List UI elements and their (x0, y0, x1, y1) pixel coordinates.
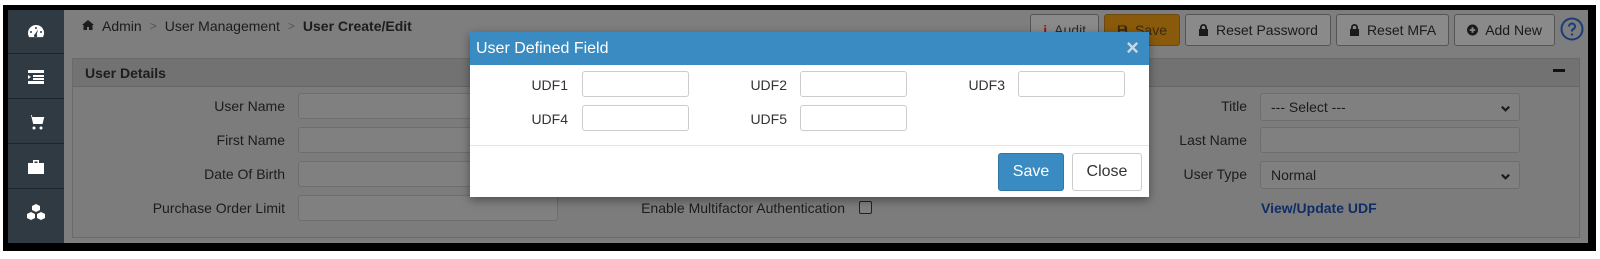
udf5-label: UDF5 (750, 111, 787, 127)
enable-mfa-checkbox[interactable] (859, 201, 872, 214)
breadcrumb-item-user-management[interactable]: User Management (165, 18, 280, 34)
user-type-select[interactable]: Normal (1260, 161, 1520, 189)
purchase-order-limit-input[interactable] (298, 195, 558, 221)
cart-icon (28, 114, 45, 129)
lock-icon (1349, 24, 1359, 36)
user-type-select-value: Normal (1271, 167, 1317, 183)
date-of-birth-input[interactable] (298, 161, 473, 187)
udf2-input[interactable] (800, 71, 907, 97)
panel-title: User Details (85, 65, 166, 81)
help-icon[interactable] (1560, 17, 1584, 44)
udf2-label: UDF2 (750, 77, 787, 93)
user-name-input[interactable] (298, 93, 473, 119)
breadcrumb-separator: > (287, 19, 295, 33)
chevron-down-icon (1500, 169, 1511, 185)
add-new-button[interactable]: Add New (1454, 14, 1555, 46)
date-of-birth-label: Date Of Birth (204, 166, 285, 182)
cubes-icon (27, 204, 45, 220)
reset-mfa-button[interactable]: Reset MFA (1335, 14, 1450, 46)
sidebar-item-list[interactable] (8, 55, 64, 99)
modal-footer: Save Close (470, 145, 1149, 197)
modal-body: UDF1 UDF2 UDF3 UDF4 UDF5 (470, 65, 1149, 145)
udf3-input[interactable] (1018, 71, 1125, 97)
dashboard-icon (28, 24, 45, 37)
title-select-value: --- Select --- (1271, 99, 1346, 115)
title-label: Title (1221, 98, 1247, 114)
reset-password-button[interactable]: Reset Password (1185, 14, 1331, 46)
collapse-icon[interactable] (1553, 69, 1565, 72)
modal-header: User Defined Field × (470, 32, 1149, 65)
udf4-label: UDF4 (531, 111, 568, 127)
last-name-label: Last Name (1179, 132, 1247, 148)
udf3-label: UDF3 (968, 77, 1005, 93)
last-name-input[interactable] (1260, 127, 1520, 153)
modal-title: User Defined Field (476, 40, 609, 57)
first-name-label: First Name (216, 132, 285, 148)
chevron-down-icon (1500, 101, 1511, 117)
reset-mfa-label: Reset MFA (1366, 22, 1437, 38)
title-select[interactable]: --- Select --- (1260, 93, 1520, 121)
user-name-label: User Name (214, 98, 285, 114)
list-icon (28, 69, 44, 84)
user-type-label: User Type (1183, 166, 1247, 182)
sidebar-item-cart[interactable] (8, 100, 64, 144)
udf1-input[interactable] (582, 71, 689, 97)
lock-icon (1199, 24, 1208, 36)
breadcrumb-item-admin[interactable]: Admin (102, 18, 142, 34)
reset-password-label: Reset Password (1216, 22, 1318, 38)
briefcase-icon (28, 159, 44, 174)
udf-modal: User Defined Field × UDF1 UDF2 UDF3 UDF4… (470, 32, 1149, 197)
modal-save-button[interactable]: Save (998, 153, 1064, 191)
close-icon[interactable]: × (1126, 37, 1139, 59)
sidebar (8, 10, 64, 243)
add-new-label: Add New (1485, 22, 1542, 38)
udf5-input[interactable] (800, 105, 907, 131)
udf1-label: UDF1 (531, 77, 568, 93)
sidebar-item-cubes[interactable] (8, 190, 64, 234)
first-name-input[interactable] (298, 127, 473, 153)
purchase-order-limit-label: Purchase Order Limit (152, 200, 285, 216)
view-update-udf-link[interactable]: View/Update UDF (1261, 200, 1377, 216)
breadcrumb-separator: > (149, 19, 157, 33)
breadcrumb-current: User Create/Edit (302, 18, 412, 34)
plus-circle-icon (1467, 24, 1479, 36)
sidebar-item-briefcase[interactable] (8, 145, 64, 189)
home-icon[interactable] (82, 18, 94, 34)
udf4-input[interactable] (582, 105, 689, 131)
breadcrumb: Admin > User Management > User Create/Ed… (82, 18, 412, 34)
enable-mfa-label: Enable Multifactor Authentication (641, 200, 845, 216)
modal-close-button[interactable]: Close (1072, 153, 1142, 191)
sidebar-item-dashboard[interactable] (8, 10, 64, 54)
